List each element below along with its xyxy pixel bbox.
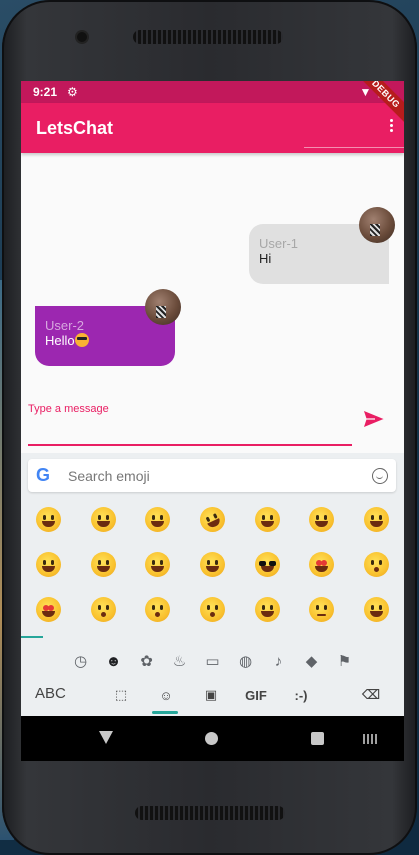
emoji-search-bar[interactable]: G	[28, 459, 396, 492]
emoticon-outline-icon[interactable]	[372, 467, 388, 484]
sunglasses-emoji-icon	[74, 333, 89, 347]
emoji-laughing-icon[interactable]	[21, 543, 76, 586]
emoji-search-input[interactable]	[68, 467, 372, 484]
emoji-keyboard: G Search emoji ◷ ☻ ✿ ♨ ▭ ◍ ♪ ◆ ⚑ ABC ⬚ ☺…	[21, 453, 404, 716]
overflow-menu-icon[interactable]	[388, 117, 394, 137]
phone-frame: 9:21 ⚙ ▼ ▮ LetsChat DEBUG User-1 Hi User…	[2, 0, 417, 855]
symbols-diamond-icon[interactable]: ◆	[302, 652, 321, 671]
emoji-smiling-hearts-icon[interactable]	[21, 588, 76, 631]
emoji-rolling-laughing-icon[interactable]	[185, 498, 240, 541]
settings-gear-icon: ⚙	[67, 85, 78, 99]
flags-flag-icon[interactable]: ⚑	[335, 652, 354, 671]
animals-category-icon[interactable]: ✿	[137, 652, 156, 671]
emoji-heart-eyes-icon[interactable]	[295, 543, 350, 586]
emoji-kissing-icon[interactable]	[76, 588, 131, 631]
emoji-smile-icon[interactable]	[295, 498, 350, 541]
message-input-underline	[28, 444, 352, 446]
appbar-underline	[304, 147, 404, 148]
avatar	[145, 289, 181, 325]
message-sender: User-2	[45, 318, 85, 333]
emoji-blush-icon[interactable]	[130, 543, 185, 586]
message-text: Hi	[259, 251, 272, 266]
status-bar: 9:21 ⚙ ▼ ▮	[21, 81, 404, 103]
status-time: 9:21	[33, 85, 58, 99]
emoji-kissing-smiling-eyes-icon[interactable]	[130, 588, 185, 631]
travel-car-icon[interactable]: ▭	[203, 652, 222, 671]
back-icon[interactable]	[99, 731, 113, 744]
top-speaker	[133, 30, 283, 44]
activities-ball-icon[interactable]: ◍	[236, 652, 255, 671]
device-screen: 9:21 ⚙ ▼ ▮ LetsChat DEBUG User-1 Hi User…	[21, 81, 404, 761]
emoji-beaming-icon[interactable]	[76, 498, 131, 541]
emoticon-button[interactable]: :-)	[289, 683, 313, 707]
emoji-category-bar: ◷ ☻ ✿ ♨ ▭ ◍ ♪ ◆ ⚑	[21, 651, 404, 671]
abc-button[interactable]: ABC	[35, 685, 66, 702]
sticker-search-icon[interactable]: ⬚	[109, 683, 133, 707]
google-logo-icon: G	[36, 465, 51, 485]
emoji-sweat-smile-icon[interactable]	[349, 498, 404, 541]
app-title: LetsChat	[36, 117, 114, 138]
emoji-tears-of-joy-icon[interactable]	[130, 498, 185, 541]
keyboard-switch-icon[interactable]	[363, 734, 379, 744]
emoji-slight-smile-icon[interactable]	[295, 588, 350, 631]
emoji-kissing-heart-icon[interactable]	[349, 543, 404, 586]
navigation-bar	[21, 716, 404, 761]
emoji-wink-icon[interactable]	[76, 543, 131, 586]
app-bar: LetsChat	[21, 103, 404, 153]
emoji-hugging-icon[interactable]	[349, 588, 404, 631]
emoji-sunglasses-icon[interactable]	[240, 543, 295, 586]
emoji-tab-icon[interactable]: ☺	[152, 683, 178, 714]
gif-button[interactable]: GIF	[244, 683, 268, 707]
home-icon[interactable]	[205, 732, 218, 745]
message-input-label[interactable]: Type a message	[28, 403, 109, 415]
emoji-yum-icon[interactable]	[185, 543, 240, 586]
recents-icon[interactable]	[311, 732, 324, 745]
front-camera	[77, 32, 87, 42]
emoji-grinning-icon[interactable]	[21, 498, 76, 541]
emoji-kissing-closed-eyes-icon[interactable]	[185, 588, 240, 631]
smileys-category-icon[interactable]: ☻	[104, 652, 123, 671]
emoji-grid	[21, 498, 404, 631]
food-cake-icon[interactable]: ♨	[170, 652, 189, 671]
avatar	[359, 207, 395, 243]
send-icon	[362, 408, 387, 430]
recent-clock-icon[interactable]: ◷	[71, 652, 90, 671]
scroll-indicator	[21, 636, 43, 638]
keyboard-bottom-row: ABC ⬚ ☺ ▣ GIF :-) ⌫	[21, 679, 404, 714]
send-button[interactable]	[361, 407, 387, 431]
bottom-speaker	[135, 806, 285, 820]
backspace-icon[interactable]: ⌫	[359, 683, 383, 707]
emoji-relaxed-icon[interactable]	[240, 588, 295, 631]
sticker-icon[interactable]: ▣	[199, 683, 223, 707]
objects-bell-icon[interactable]: ♪	[269, 652, 288, 671]
emoji-smiley-icon[interactable]	[240, 498, 295, 541]
message-sender: User-1	[259, 236, 299, 251]
message-text: Hello	[45, 333, 75, 348]
